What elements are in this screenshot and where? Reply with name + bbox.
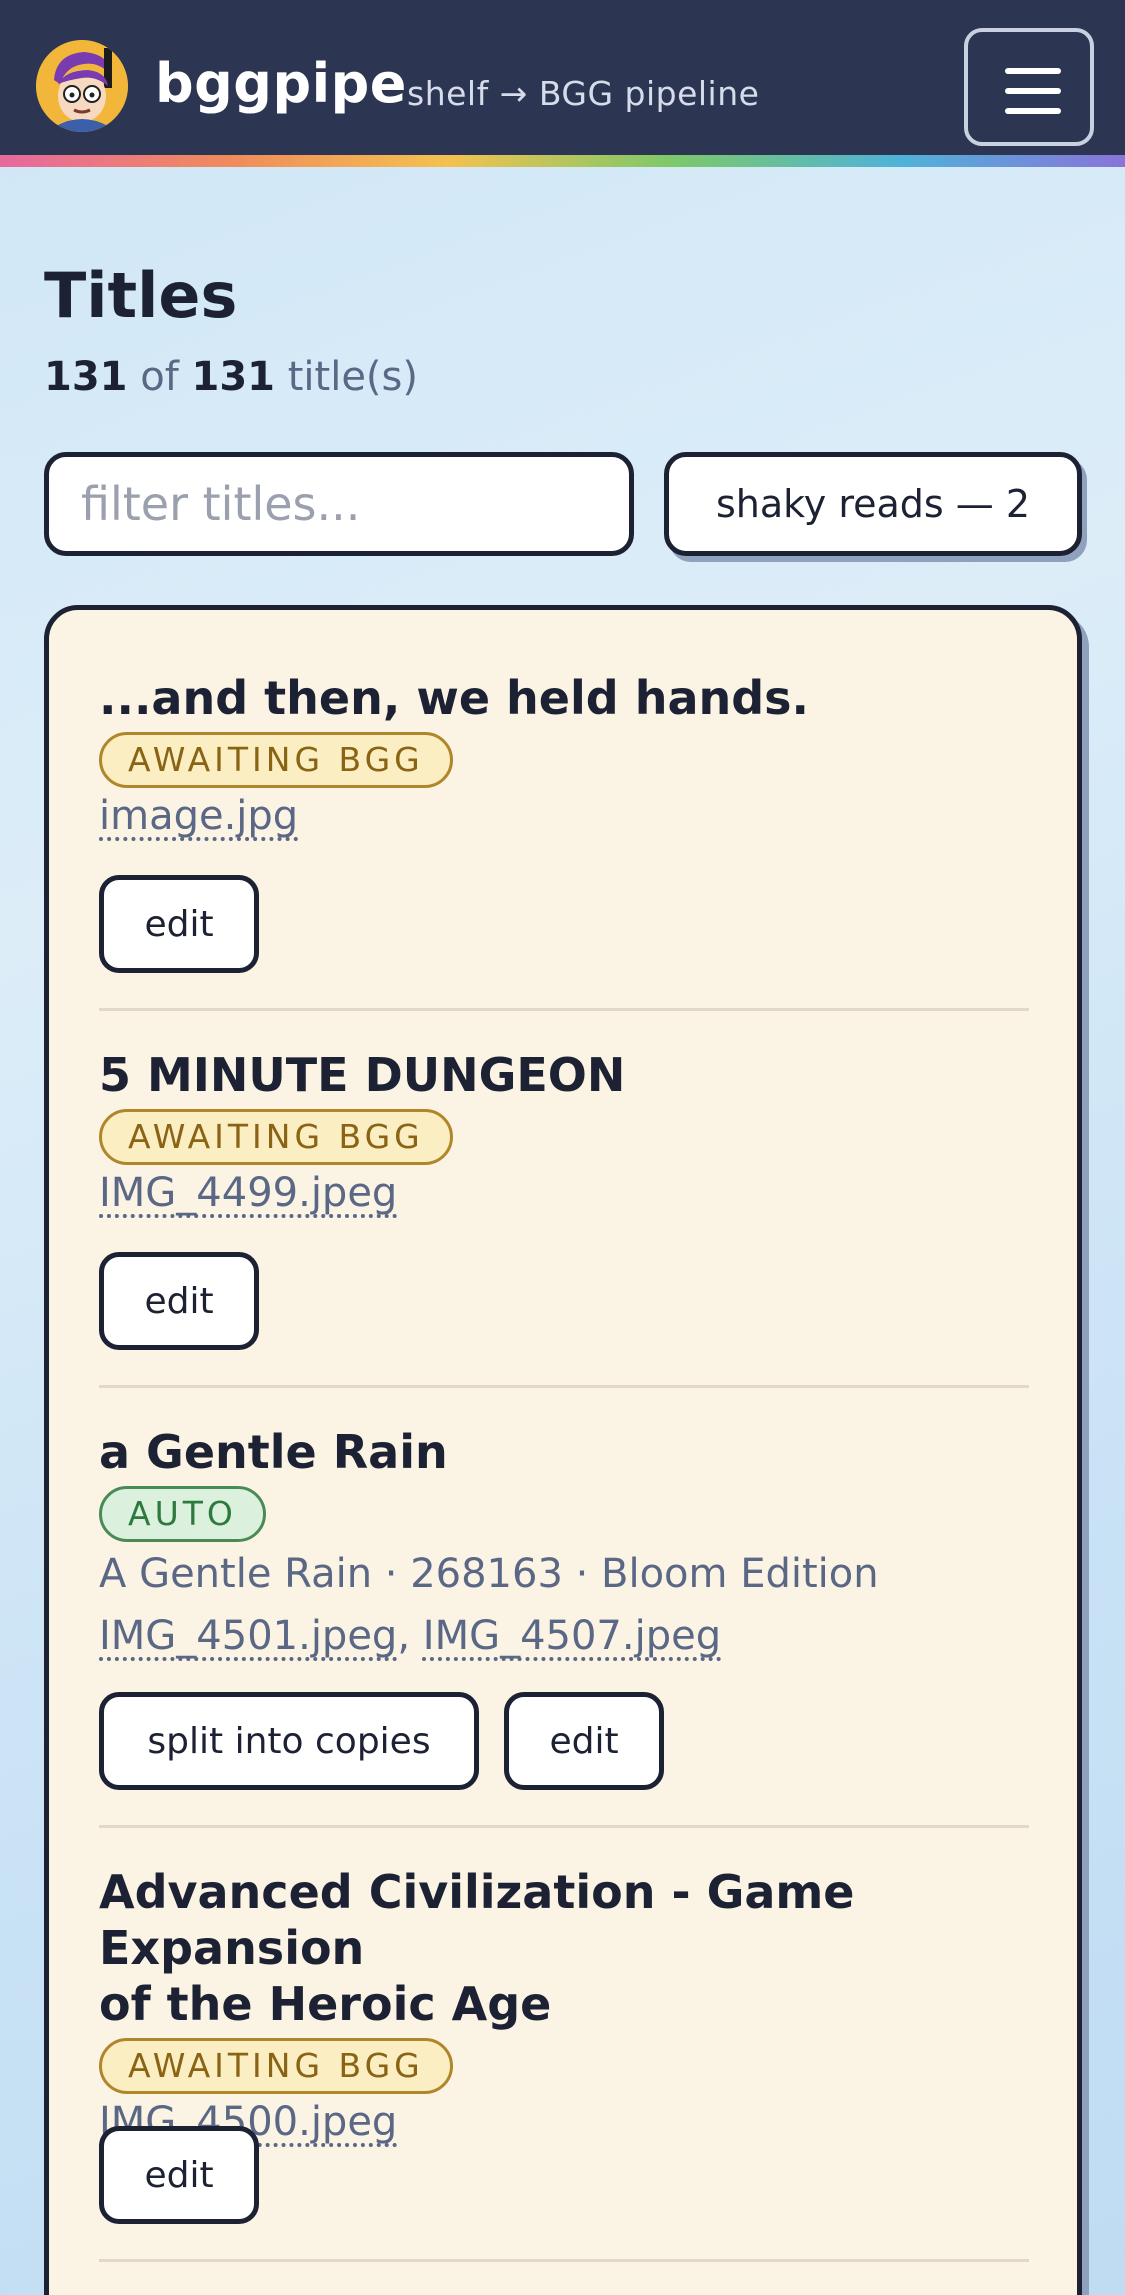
entry-title: Advanced Civilization - Game Expansion (99, 1865, 855, 1975)
status-badge: AWAITING BGG (99, 2038, 453, 2094)
list-item: a Gentle Rain AUTO A Gentle Rain · 26816… (99, 1424, 1029, 1664)
divider (99, 2259, 1029, 2262)
bgg-match: A Gentle Rain · 268163 · Bloom Edition (99, 1551, 879, 1597)
file-link[interactable]: image.jpg (99, 793, 298, 839)
divider (99, 1825, 1029, 1828)
edit-button[interactable]: edit (504, 1692, 664, 1790)
hamburger-menu-icon (1005, 88, 1061, 94)
brand-tagline: shelf → BGG pipeline (407, 74, 760, 113)
entry-title: 5 MINUTE DUNGEON (99, 1048, 626, 1102)
filter-input[interactable] (44, 452, 634, 556)
entry-title: a Gentle Rain (99, 1425, 448, 1479)
list-item: 5 MINUTE DUNGEON AWAITING BGG IMG_4499.j… (99, 1047, 1029, 1221)
split-into-copies-button[interactable]: split into copies (99, 1692, 479, 1790)
rainbow-divider (0, 155, 1125, 167)
status-badge: AWAITING BGG (99, 732, 453, 788)
top-bar: bggpipe shelf → BGG pipeline (0, 0, 1125, 155)
count-of: of (140, 354, 179, 400)
brand-name[interactable]: bggpipe (155, 52, 407, 116)
list-item: Advanced Civilization - Game Expansion o… (99, 1864, 1029, 2150)
hamburger-menu-icon (1005, 68, 1061, 74)
file-link[interactable]: IMG_4507.jpeg (423, 1613, 721, 1659)
divider (99, 1385, 1029, 1388)
file-separator: , (397, 1613, 423, 1659)
entry-title-continued: of the Heroic Age (99, 1977, 552, 2031)
menu-button[interactable] (964, 28, 1094, 146)
titles-list: ...and then, we held hands. AWAITING BGG… (44, 605, 1082, 2295)
count-shown: 131 (44, 354, 128, 400)
title-count: 131 of 131 title(s) (44, 352, 418, 402)
edit-button[interactable]: edit (99, 875, 259, 973)
edit-button[interactable]: edit (99, 1252, 259, 1350)
entry-title: ...and then, we held hands. (99, 671, 810, 725)
status-badge: AWAITING BGG (99, 1109, 453, 1165)
file-link[interactable]: IMG_4499.jpeg (99, 1170, 397, 1216)
count-total: 131 (191, 354, 276, 400)
count-suffix: title(s) (287, 354, 418, 400)
hamburger-menu-icon (1005, 108, 1061, 114)
edit-button[interactable]: edit (99, 2126, 259, 2224)
page-title: Titles (44, 259, 238, 332)
file-link[interactable]: IMG_4501.jpeg (99, 1613, 397, 1659)
avatar-icon[interactable] (36, 40, 128, 132)
divider (99, 1008, 1029, 1011)
shaky-reads-button[interactable]: shaky reads — 2 (664, 452, 1082, 556)
list-item: ...and then, we held hands. AWAITING BGG… (99, 670, 1029, 844)
status-badge: AUTO (99, 1486, 266, 1542)
